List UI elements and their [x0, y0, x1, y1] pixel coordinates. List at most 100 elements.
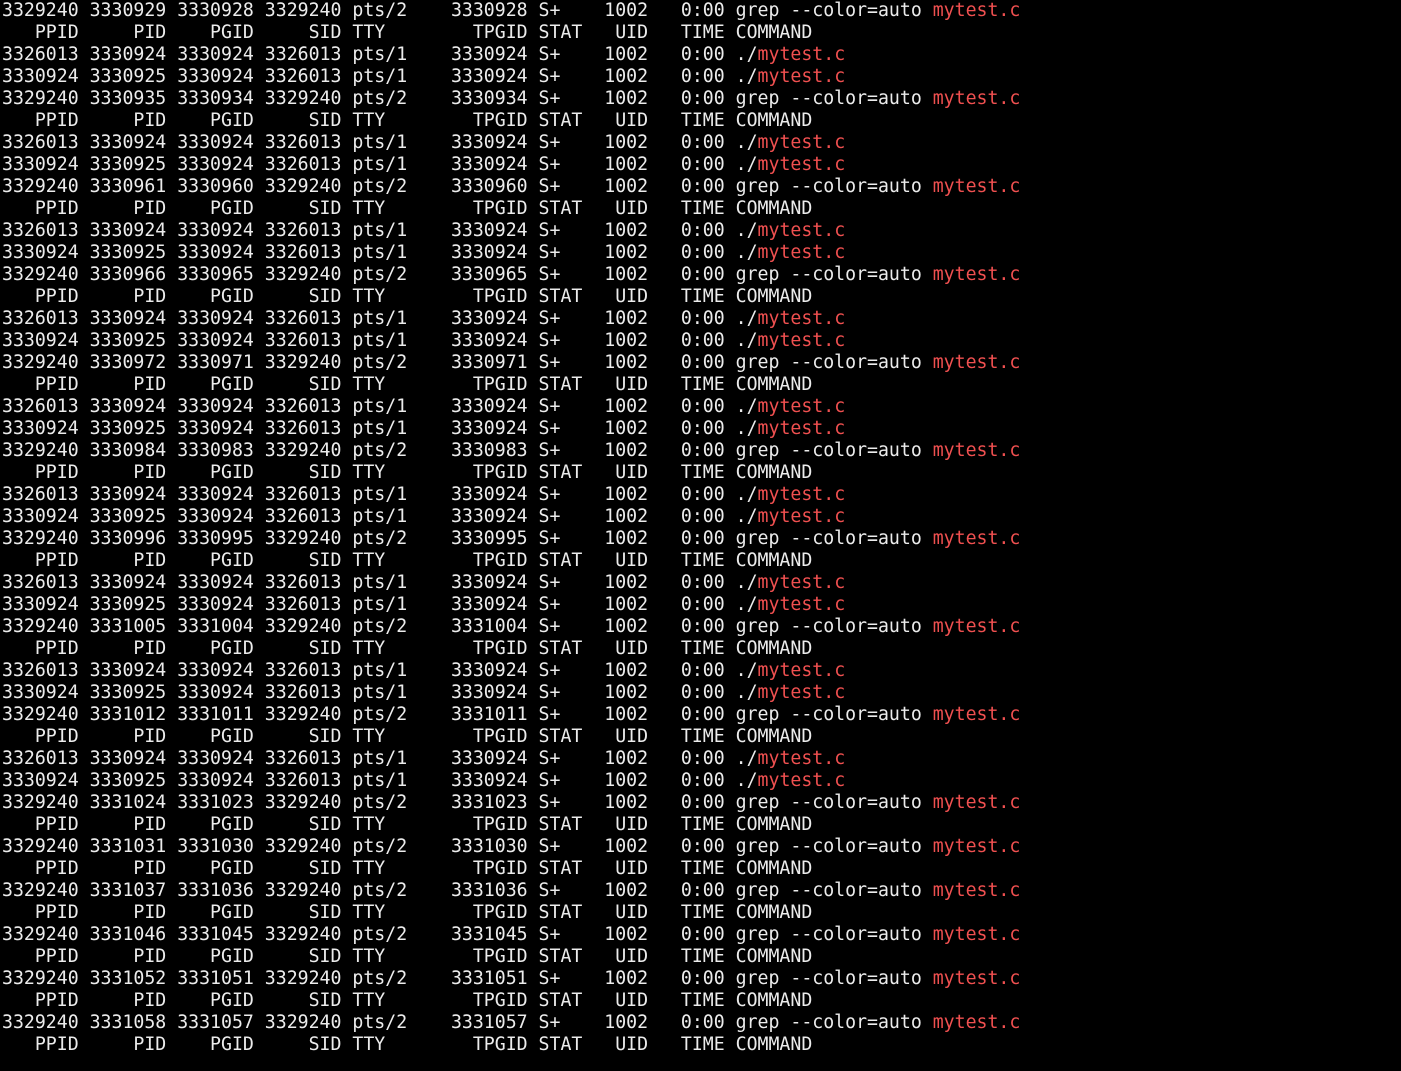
process-row: 3326013 3330924 3330924 3326013 pts/1 33…: [0, 132, 1401, 154]
grep-match-highlight: mytest.c: [757, 418, 846, 439]
process-row: 3330924 3330925 3330924 3326013 pts/1 33…: [0, 682, 1401, 704]
process-row: 3329240 3331046 3331045 3329240 pts/2 33…: [0, 924, 1401, 946]
ps-header-row: PPID PID PGID SID TTY TPGID STAT UID TIM…: [0, 638, 1401, 660]
process-row: 3326013 3330924 3330924 3326013 pts/1 33…: [0, 220, 1401, 242]
grep-match-highlight: mytest.c: [757, 66, 846, 87]
line-text: 3326013 3330924 3330924 3326013 pts/1 33…: [2, 660, 758, 681]
line-text: 3326013 3330924 3330924 3326013 pts/1 33…: [2, 396, 758, 417]
grep-match-highlight: mytest.c: [757, 594, 846, 615]
grep-match-highlight: mytest.c: [932, 836, 1021, 857]
line-text: PPID PID PGID SID TTY TPGID STAT UID TIM…: [2, 814, 813, 835]
process-row: 3329240 3331052 3331051 3329240 pts/2 33…: [0, 968, 1401, 990]
line-text: PPID PID PGID SID TTY TPGID STAT UID TIM…: [2, 858, 813, 879]
ps-header-row: PPID PID PGID SID TTY TPGID STAT UID TIM…: [0, 550, 1401, 572]
line-text: 3326013 3330924 3330924 3326013 pts/1 33…: [2, 748, 758, 769]
grep-match-highlight: mytest.c: [932, 968, 1021, 989]
grep-match-highlight: mytest.c: [757, 770, 846, 791]
process-row: 3329240 3331024 3331023 3329240 pts/2 33…: [0, 792, 1401, 814]
process-row: 3329240 3330966 3330965 3329240 pts/2 33…: [0, 264, 1401, 286]
line-text: 3326013 3330924 3330924 3326013 pts/1 33…: [2, 572, 758, 593]
line-text: PPID PID PGID SID TTY TPGID STAT UID TIM…: [2, 286, 813, 307]
grep-match-highlight: mytest.c: [757, 220, 846, 241]
line-text: 3329240 3330984 3330983 3329240 pts/2 33…: [2, 440, 933, 461]
process-row: 3329240 3331012 3331011 3329240 pts/2 33…: [0, 704, 1401, 726]
process-row: 3326013 3330924 3330924 3326013 pts/1 33…: [0, 396, 1401, 418]
line-text: 3326013 3330924 3330924 3326013 pts/1 33…: [2, 132, 758, 153]
process-row: 3330924 3330925 3330924 3326013 pts/1 33…: [0, 66, 1401, 88]
process-row: 3330924 3330925 3330924 3326013 pts/1 33…: [0, 154, 1401, 176]
line-text: 3329240 3330996 3330995 3329240 pts/2 33…: [2, 528, 933, 549]
line-text: PPID PID PGID SID TTY TPGID STAT UID TIM…: [2, 638, 813, 659]
line-text: 3326013 3330924 3330924 3326013 pts/1 33…: [2, 220, 758, 241]
line-text: 3329240 3331052 3331051 3329240 pts/2 33…: [2, 968, 933, 989]
process-row: 3329240 3330961 3330960 3329240 pts/2 33…: [0, 176, 1401, 198]
process-row: 3329240 3330984 3330983 3329240 pts/2 33…: [0, 440, 1401, 462]
line-text: 3329240 3330972 3330971 3329240 pts/2 33…: [2, 352, 933, 373]
line-text: 3330924 3330925 3330924 3326013 pts/1 33…: [2, 770, 758, 791]
grep-match-highlight: mytest.c: [932, 704, 1021, 725]
grep-match-highlight: mytest.c: [757, 154, 846, 175]
line-text: 3329240 3330935 3330934 3329240 pts/2 33…: [2, 88, 933, 109]
line-text: PPID PID PGID SID TTY TPGID STAT UID TIM…: [2, 946, 813, 967]
process-row: 3330924 3330925 3330924 3326013 pts/1 33…: [0, 242, 1401, 264]
process-row: 3330924 3330925 3330924 3326013 pts/1 33…: [0, 330, 1401, 352]
grep-match-highlight: mytest.c: [757, 572, 846, 593]
line-text: 3330924 3330925 3330924 3326013 pts/1 33…: [2, 418, 758, 439]
ps-header-row: PPID PID PGID SID TTY TPGID STAT UID TIM…: [0, 374, 1401, 396]
grep-match-highlight: mytest.c: [932, 924, 1021, 945]
ps-header-row: PPID PID PGID SID TTY TPGID STAT UID TIM…: [0, 22, 1401, 44]
grep-match-highlight: mytest.c: [932, 1012, 1021, 1033]
grep-match-highlight: mytest.c: [757, 242, 846, 263]
process-row: 3329240 3331005 3331004 3329240 pts/2 33…: [0, 616, 1401, 638]
line-text: 3330924 3330925 3330924 3326013 pts/1 33…: [2, 682, 758, 703]
line-text: PPID PID PGID SID TTY TPGID STAT UID TIM…: [2, 1034, 813, 1055]
grep-match-highlight: mytest.c: [932, 792, 1021, 813]
ps-header-row: PPID PID PGID SID TTY TPGID STAT UID TIM…: [0, 1034, 1401, 1056]
process-row: 3329240 3331058 3331057 3329240 pts/2 33…: [0, 1012, 1401, 1034]
grep-match-highlight: mytest.c: [932, 264, 1021, 285]
process-row: 3329240 3330935 3330934 3329240 pts/2 33…: [0, 88, 1401, 110]
process-row: 3326013 3330924 3330924 3326013 pts/1 33…: [0, 572, 1401, 594]
process-row: 3326013 3330924 3330924 3326013 pts/1 33…: [0, 44, 1401, 66]
line-text: PPID PID PGID SID TTY TPGID STAT UID TIM…: [2, 22, 813, 43]
line-text: PPID PID PGID SID TTY TPGID STAT UID TIM…: [2, 374, 813, 395]
line-text: 3329240 3331058 3331057 3329240 pts/2 33…: [2, 1012, 933, 1033]
line-text: PPID PID PGID SID TTY TPGID STAT UID TIM…: [2, 110, 813, 131]
grep-match-highlight: mytest.c: [932, 176, 1021, 197]
terminal-output[interactable]: 3329240 3330929 3330928 3329240 pts/2 33…: [0, 0, 1401, 1071]
process-row: 3326013 3330924 3330924 3326013 pts/1 33…: [0, 748, 1401, 770]
line-text: 3329240 3330966 3330965 3329240 pts/2 33…: [2, 264, 933, 285]
process-row: 3329240 3330996 3330995 3329240 pts/2 33…: [0, 528, 1401, 550]
line-text: 3326013 3330924 3330924 3326013 pts/1 33…: [2, 44, 758, 65]
line-text: PPID PID PGID SID TTY TPGID STAT UID TIM…: [2, 198, 813, 219]
process-row: 3329240 3330929 3330928 3329240 pts/2 33…: [0, 0, 1401, 22]
grep-match-highlight: mytest.c: [757, 132, 846, 153]
line-text: 3330924 3330925 3330924 3326013 pts/1 33…: [2, 506, 758, 527]
grep-match-highlight: mytest.c: [757, 308, 846, 329]
grep-match-highlight: mytest.c: [932, 616, 1021, 637]
ps-header-row: PPID PID PGID SID TTY TPGID STAT UID TIM…: [0, 726, 1401, 748]
process-row: 3326013 3330924 3330924 3326013 pts/1 33…: [0, 308, 1401, 330]
process-row: 3326013 3330924 3330924 3326013 pts/1 33…: [0, 484, 1401, 506]
grep-match-highlight: mytest.c: [757, 748, 846, 769]
line-text: 3329240 3330961 3330960 3329240 pts/2 33…: [2, 176, 933, 197]
process-row: 3329240 3330972 3330971 3329240 pts/2 33…: [0, 352, 1401, 374]
line-text: PPID PID PGID SID TTY TPGID STAT UID TIM…: [2, 462, 813, 483]
ps-header-row: PPID PID PGID SID TTY TPGID STAT UID TIM…: [0, 902, 1401, 924]
line-text: 3326013 3330924 3330924 3326013 pts/1 33…: [2, 308, 758, 329]
process-row: 3330924 3330925 3330924 3326013 pts/1 33…: [0, 770, 1401, 792]
line-text: 3330924 3330925 3330924 3326013 pts/1 33…: [2, 154, 758, 175]
line-text: 3326013 3330924 3330924 3326013 pts/1 33…: [2, 484, 758, 505]
ps-header-row: PPID PID PGID SID TTY TPGID STAT UID TIM…: [0, 198, 1401, 220]
ps-header-row: PPID PID PGID SID TTY TPGID STAT UID TIM…: [0, 990, 1401, 1012]
grep-match-highlight: mytest.c: [932, 352, 1021, 373]
grep-match-highlight: mytest.c: [932, 0, 1021, 21]
grep-match-highlight: mytest.c: [932, 440, 1021, 461]
process-row: 3329240 3331031 3331030 3329240 pts/2 33…: [0, 836, 1401, 858]
grep-match-highlight: mytest.c: [757, 506, 846, 527]
ps-header-row: PPID PID PGID SID TTY TPGID STAT UID TIM…: [0, 858, 1401, 880]
process-row: 3330924 3330925 3330924 3326013 pts/1 33…: [0, 506, 1401, 528]
grep-match-highlight: mytest.c: [932, 880, 1021, 901]
grep-match-highlight: mytest.c: [757, 330, 846, 351]
ps-header-row: PPID PID PGID SID TTY TPGID STAT UID TIM…: [0, 814, 1401, 836]
